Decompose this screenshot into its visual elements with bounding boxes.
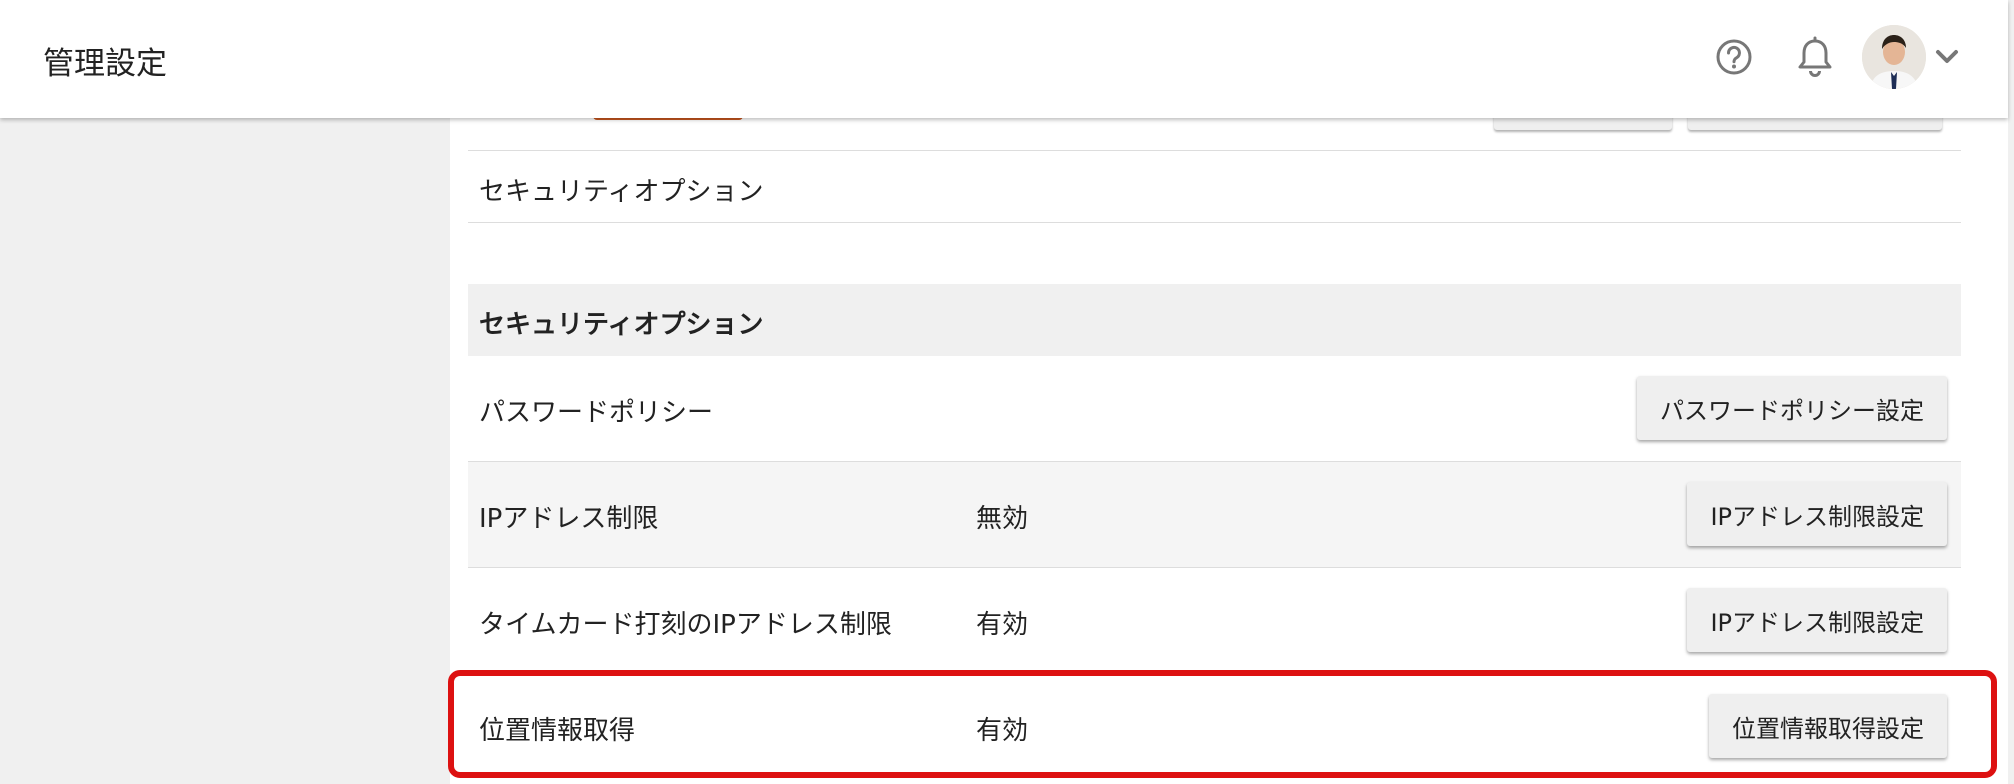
user-avatar[interactable] (1862, 25, 1926, 89)
menu-item-label: セキュリティオプション (479, 177, 764, 207)
ip-restriction-settings-button[interactable]: IPアドレス制限設定 (1687, 482, 1947, 546)
top-header: 管理設定 (0, 0, 2008, 118)
help-circle-icon[interactable] (1714, 37, 1754, 77)
bell-icon[interactable] (1795, 36, 1835, 80)
row-label: タイムカード打刻のIPアドレス制限 (479, 610, 892, 640)
settings-row-ip-restriction: IPアドレス制限 無効 IPアドレス制限設定 (468, 462, 1961, 568)
page-title: 管理設定 (43, 46, 167, 82)
settings-row-timecard-ip-restriction: タイムカード打刻のIPアドレス制限 有効 IPアドレス制限設定 (468, 568, 1961, 674)
timecard-ip-restriction-settings-button[interactable]: IPアドレス制限設定 (1687, 588, 1947, 652)
row-label: IPアドレス制限 (479, 504, 659, 534)
highlight-box (448, 670, 1997, 778)
section-title: セキュリティオプション (479, 310, 764, 340)
chevron-down-icon[interactable] (1933, 46, 1961, 68)
settings-row-password-policy: パスワードポリシー パスワードポリシー設定 (468, 356, 1961, 462)
security-options-menu-row[interactable]: セキュリティオプション (468, 150, 1961, 223)
row-status: 無効 (976, 504, 1029, 534)
section-header: セキュリティオプション (468, 284, 1961, 356)
row-status: 有効 (976, 610, 1029, 640)
row-label: パスワードポリシー (479, 398, 714, 428)
password-policy-settings-button[interactable]: パスワードポリシー設定 (1637, 376, 1947, 440)
